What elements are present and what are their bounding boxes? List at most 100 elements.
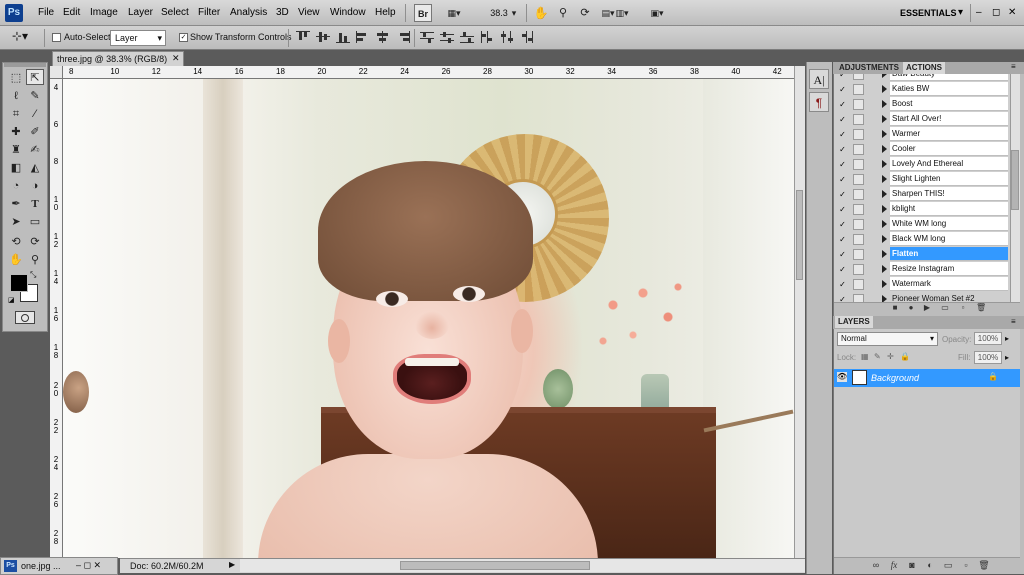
align-left-icon[interactable]	[356, 31, 370, 43]
image-canvas[interactable]	[63, 79, 794, 558]
menu-analysis[interactable]: Analysis	[230, 7, 267, 18]
menu-select[interactable]: Select	[161, 7, 189, 18]
action-label[interactable]: White WM long	[890, 217, 1008, 231]
tab-adjustments[interactable]: ADJUSTMENTS	[836, 62, 902, 74]
action-row[interactable]: ✓ Cooler	[834, 142, 1010, 157]
brush-tool-icon[interactable]: ✐	[26, 124, 44, 140]
action-toggle-check-icon[interactable]: ✓	[838, 74, 847, 79]
action-dialog-toggle[interactable]	[853, 249, 864, 260]
action-toggle-check-icon[interactable]: ✓	[838, 235, 847, 244]
paragraph-panel-icon[interactable]: ¶	[809, 92, 829, 112]
action-dialog-toggle[interactable]	[853, 234, 864, 245]
default-colors-icon[interactable]: ◪	[8, 296, 15, 304]
document-close-icon[interactable]: ✕	[172, 53, 180, 64]
dodge-tool-icon[interactable]: ◑	[26, 178, 44, 194]
crop-tool-icon[interactable]: ⌗	[7, 106, 25, 122]
show-transform-checkbox[interactable]: ✓	[179, 33, 188, 42]
menu-window[interactable]: Window	[330, 7, 366, 18]
lasso-tool-icon[interactable]: ℓ	[7, 88, 25, 104]
expand-triangle-icon[interactable]	[882, 115, 887, 123]
action-row[interactable]: ✓ Daw Beauty	[834, 74, 1010, 82]
action-toggle-check-icon[interactable]: ✓	[838, 265, 847, 274]
expand-triangle-icon[interactable]	[882, 130, 887, 138]
action-label[interactable]: Daw Beauty	[890, 74, 1008, 81]
action-label[interactable]: Sharpen THIS!	[890, 187, 1008, 201]
lock-image-icon[interactable]: ✎	[874, 352, 881, 361]
action-toggle-check-icon[interactable]: ✓	[838, 160, 847, 169]
action-dialog-toggle[interactable]	[853, 84, 864, 95]
distribute-top-icon[interactable]	[420, 31, 434, 43]
new-set-icon[interactable]: ▭	[940, 303, 950, 313]
action-row[interactable]: ✓ Start All Over!	[834, 112, 1010, 127]
layers-panel-menu-icon[interactable]: ≡	[1011, 317, 1016, 326]
swap-colors-icon[interactable]: ⤡	[30, 270, 36, 280]
blur-tool-icon[interactable]: ◔	[7, 178, 25, 194]
action-label[interactable]: Watermark	[890, 277, 1008, 291]
vertical-scroll-thumb[interactable]	[796, 190, 803, 280]
expand-triangle-icon[interactable]	[882, 220, 887, 228]
vertical-scrollbar[interactable]	[794, 66, 805, 558]
marquee-tool-icon[interactable]: ⬚	[7, 70, 25, 86]
align-top-icon[interactable]	[296, 31, 310, 43]
distribute-bottom-icon[interactable]	[460, 31, 474, 43]
action-label[interactable]: Lovely And Ethereal	[890, 157, 1008, 171]
delete-layer-icon[interactable]: 🗑	[978, 559, 990, 571]
action-label[interactable]: Cooler	[890, 142, 1008, 156]
align-bottom-icon[interactable]	[336, 31, 350, 43]
blend-mode-dropdown[interactable]: Normal ▾	[837, 332, 938, 346]
expand-triangle-icon[interactable]	[882, 295, 887, 302]
actions-scroll-thumb[interactable]	[1011, 150, 1019, 210]
document-size-status[interactable]: Doc: 60.2M/60.2M	[130, 561, 204, 571]
action-toggle-check-icon[interactable]: ✓	[838, 250, 847, 259]
action-dialog-toggle[interactable]	[853, 189, 864, 200]
action-row[interactable]: ✓ Flatten	[834, 247, 1010, 262]
history-brush-tool-icon[interactable]: ✍	[26, 142, 44, 158]
screen-mode-icon[interactable]: ▣▾	[645, 4, 669, 22]
action-row[interactable]: ✓ Katies BW	[834, 82, 1010, 97]
menu-file[interactable]: File	[38, 7, 54, 18]
character-panel-icon[interactable]: A|	[809, 69, 829, 89]
status-menu-arrow-icon[interactable]: ▶	[229, 560, 235, 569]
new-layer-icon[interactable]: ▫	[960, 559, 972, 571]
distribute-horizontal-center-icon[interactable]	[500, 31, 514, 43]
new-group-icon[interactable]: ▭	[942, 559, 954, 571]
action-dialog-toggle[interactable]	[853, 264, 864, 275]
action-label[interactable]: Katies BW	[890, 82, 1008, 96]
action-dialog-toggle[interactable]	[853, 279, 864, 290]
foreground-color-swatch[interactable]	[10, 274, 28, 292]
expand-triangle-icon[interactable]	[882, 250, 887, 258]
record-icon[interactable]: ●	[906, 303, 916, 313]
expand-triangle-icon[interactable]	[882, 74, 887, 78]
action-label[interactable]: Black WM long	[890, 232, 1008, 246]
healing-brush-tool-icon[interactable]: ✚	[7, 124, 25, 140]
expand-triangle-icon[interactable]	[882, 265, 887, 273]
zoom-tool-icon[interactable]: ⚲	[26, 252, 44, 268]
menu-help[interactable]: Help	[375, 7, 396, 18]
horizontal-scroll-thumb[interactable]	[400, 561, 590, 570]
workspace-switcher[interactable]: ESSENTIALS	[900, 8, 957, 18]
action-row[interactable]: ✓ Resize Instagram	[834, 262, 1010, 277]
action-toggle-check-icon[interactable]: ✓	[838, 115, 847, 124]
move-tool-icon[interactable]: ⇱	[26, 69, 44, 85]
quick-selection-tool-icon[interactable]: ✎	[26, 88, 44, 104]
eyedropper-tool-icon[interactable]: ⁄	[26, 106, 44, 122]
action-row[interactable]: ✓ Pioneer Woman Set #2	[834, 292, 1010, 302]
delete-action-icon[interactable]: 🗑	[976, 303, 986, 313]
align-horizontal-center-icon[interactable]	[376, 31, 390, 43]
move-tool-preset-icon[interactable]: ⊹▾	[12, 29, 28, 43]
expand-triangle-icon[interactable]	[882, 235, 887, 243]
distribute-vertical-center-icon[interactable]	[440, 31, 454, 43]
expand-triangle-icon[interactable]	[882, 175, 887, 183]
layer-style-icon[interactable]: fx	[888, 559, 900, 571]
bridge-button[interactable]: Br	[414, 4, 432, 22]
action-row[interactable]: ✓ kblight	[834, 202, 1010, 217]
distribute-left-icon[interactable]	[480, 31, 494, 43]
lock-transparent-icon[interactable]: ▦	[861, 352, 869, 361]
opacity-arrow-icon[interactable]: ▸	[1005, 334, 1009, 343]
menu-filter[interactable]: Filter	[198, 7, 220, 18]
action-dialog-toggle[interactable]	[853, 129, 864, 140]
action-toggle-check-icon[interactable]: ✓	[838, 205, 847, 214]
action-row[interactable]: ✓ Black WM long	[834, 232, 1010, 247]
expand-triangle-icon[interactable]	[882, 190, 887, 198]
action-row[interactable]: ✓ Warmer	[834, 127, 1010, 142]
